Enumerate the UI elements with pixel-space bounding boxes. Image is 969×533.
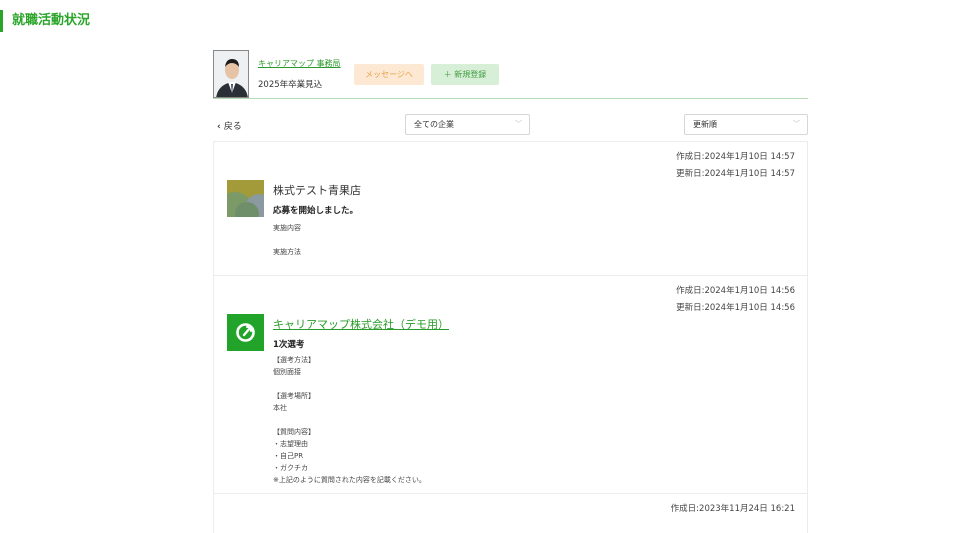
back-link[interactable]: ‹ 戻る bbox=[217, 119, 242, 132]
graduation-label: 2025年卒業見込 bbox=[258, 80, 323, 90]
activity-card: 作成日:2023年11月24日 16:21 bbox=[213, 493, 808, 533]
company-link[interactable]: キャリアマップ株式会社（デモ用） bbox=[273, 316, 449, 332]
company-logo bbox=[227, 180, 264, 217]
detail-text: 【選考方法】 個別面接 【選考場所】 本社 【質問内容】 ・志望理由 ・自己PR… bbox=[273, 356, 426, 484]
detail-text: 実施方法 bbox=[273, 248, 301, 256]
card-dates: 作成日:2024年1月10日 14:56 更新日:2024年1月10日 14:5… bbox=[676, 283, 795, 317]
updated-date: 更新日:2024年1月10日 14:56 bbox=[676, 303, 795, 313]
page-title: 就職活動状況 bbox=[0, 10, 90, 32]
activity-card: 作成日:2024年1月10日 14:56 更新日:2024年1月10日 14:5… bbox=[213, 275, 808, 493]
detail-text: 実施内容 bbox=[273, 224, 301, 232]
created-date: 作成日:2024年1月10日 14:56 bbox=[676, 286, 795, 296]
company-filter-select[interactable]: 全ての企業 ﹀ bbox=[405, 114, 530, 135]
plus-icon: ＋ bbox=[443, 70, 452, 79]
owner-link[interactable]: キャリアマップ 事務局 bbox=[258, 58, 341, 69]
updated-date: 更新日:2024年1月10日 14:57 bbox=[676, 169, 795, 179]
company-filter-value: 全ての企業 bbox=[414, 120, 454, 129]
company-logo bbox=[227, 314, 264, 351]
activity-card: 作成日:2024年1月10日 14:57 更新日:2024年1月10日 14:5… bbox=[213, 141, 808, 275]
card-dates: 作成日:2024年1月10日 14:57 更新日:2024年1月10日 14:5… bbox=[676, 149, 795, 183]
sort-select[interactable]: 更新順 ﹀ bbox=[684, 114, 808, 135]
status-text: 1次選考 bbox=[273, 340, 305, 350]
new-entry-button[interactable]: ＋ 新規登録 bbox=[431, 64, 499, 85]
avatar bbox=[213, 50, 249, 98]
chevron-down-icon: ﹀ bbox=[793, 120, 800, 128]
chevron-down-icon: ﹀ bbox=[515, 120, 522, 128]
created-date: 作成日:2024年1月10日 14:57 bbox=[676, 152, 795, 162]
sort-value: 更新順 bbox=[693, 120, 717, 129]
created-date: 作成日:2023年11月24日 16:21 bbox=[670, 504, 795, 514]
profile-header: キャリアマップ 事務局 2025年卒業見込 メッセージへ ＋ 新規登録 bbox=[213, 50, 808, 98]
header-divider bbox=[213, 98, 808, 99]
company-name: 株式テスト青果店 bbox=[273, 184, 361, 197]
new-entry-label: 新規登録 bbox=[454, 70, 487, 79]
chevron-left-icon: ‹ bbox=[217, 122, 221, 132]
card-dates: 作成日:2023年11月24日 16:21 bbox=[671, 501, 795, 518]
back-label: 戻る bbox=[223, 122, 242, 132]
status-text: 応募を開始しました。 bbox=[273, 206, 359, 216]
message-button[interactable]: メッセージへ bbox=[354, 64, 424, 85]
